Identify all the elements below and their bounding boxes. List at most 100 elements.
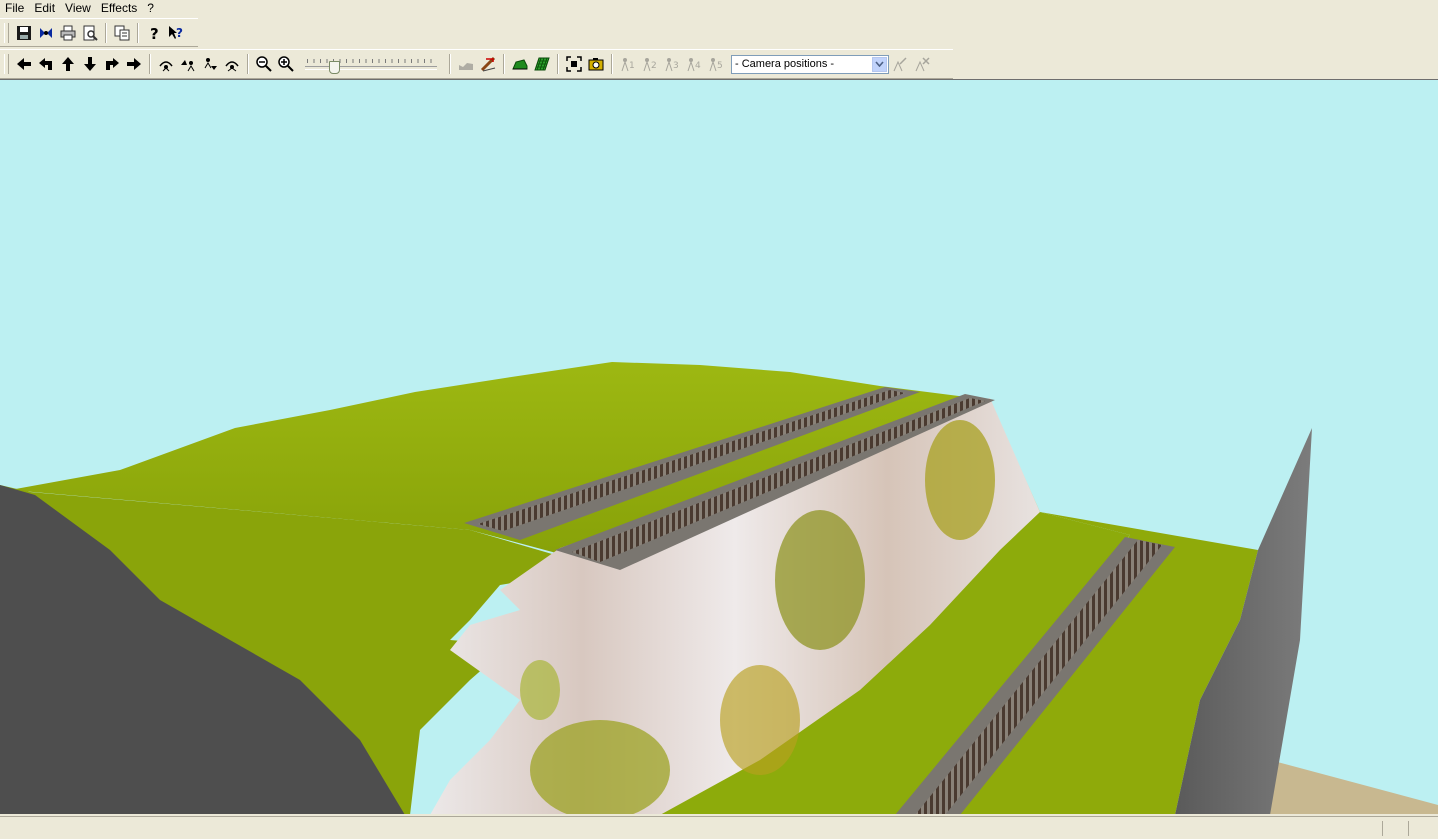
fit-view-icon	[566, 56, 582, 72]
copy-button[interactable]	[111, 22, 133, 44]
move-down-button[interactable]	[79, 53, 101, 75]
zoom-out-icon	[256, 56, 272, 72]
toolbar-separator	[611, 54, 613, 74]
turn-right-icon	[106, 58, 119, 70]
scene-canvas[interactable]	[0, 80, 1438, 814]
grid-button[interactable]	[531, 53, 553, 75]
landscape-button[interactable]	[509, 53, 531, 75]
menu-view[interactable]: View	[60, 1, 96, 15]
toolbar-separator	[105, 22, 107, 43]
terrain-profile-icon	[459, 63, 473, 70]
camera-slot-number: 4	[695, 61, 701, 71]
copy-icon	[114, 25, 130, 40]
toolbar-separator	[247, 54, 249, 74]
track-tool-button[interactable]	[477, 53, 499, 75]
rotate-view-button[interactable]	[155, 53, 177, 75]
svg-text:?: ?	[176, 26, 183, 40]
camera-slot-icon: 3	[665, 58, 679, 72]
camera-slot-icon: 5	[709, 58, 723, 72]
help-button[interactable]: ?	[143, 22, 165, 44]
context-help-button[interactable]: ?	[165, 22, 187, 44]
arrow-right-icon	[127, 58, 141, 70]
terrain-profile-button[interactable]	[455, 53, 477, 75]
print-button[interactable]	[57, 22, 79, 44]
menu-bar: File Edit View Effects ?	[0, 0, 1438, 16]
camera-positions-value: - Camera positions -	[735, 58, 835, 70]
camera-positions-select[interactable]: - Camera positions -	[731, 54, 889, 74]
toolbar-separator	[449, 54, 451, 74]
tilt-up-button[interactable]	[177, 53, 199, 75]
camera-slot-4-button[interactable]: 4	[683, 53, 705, 75]
tilt-down-button[interactable]	[199, 53, 221, 75]
move-up-button[interactable]	[57, 53, 79, 75]
camera-slot-icon: 4	[687, 58, 701, 72]
camera-slot-3-button[interactable]: 3	[661, 53, 683, 75]
zoom-in-icon	[278, 56, 294, 72]
slider-track	[305, 66, 437, 70]
status-pane-divider	[1382, 821, 1383, 836]
toolbar-separator	[149, 54, 151, 74]
print-icon	[60, 25, 76, 40]
moss-patch	[520, 660, 560, 720]
turn-right-button[interactable]	[101, 53, 123, 75]
camera-slot-5-button[interactable]: 5	[705, 53, 727, 75]
toolbar-separator	[503, 54, 505, 74]
zoom-slider[interactable]	[305, 53, 437, 75]
tilt-down-icon	[204, 58, 217, 70]
open-layout-button[interactable]	[35, 22, 57, 44]
view-toolbar: 1 2 3 4 5 - Camera positions -	[0, 49, 953, 79]
moss-patch	[775, 510, 865, 650]
rotate-view-icon	[159, 61, 173, 72]
turn-left-button[interactable]	[35, 53, 57, 75]
move-left-button[interactable]	[13, 53, 35, 75]
add-camera-icon	[893, 57, 907, 72]
camera-slot-icon: 2	[643, 58, 657, 72]
landscape-icon	[512, 59, 528, 70]
save-button[interactable]	[13, 22, 35, 44]
tilt-up-icon	[181, 60, 195, 72]
camera-slot-icon: 1	[621, 58, 635, 72]
fit-view-button[interactable]	[563, 53, 585, 75]
toolbar-grip[interactable]	[4, 22, 9, 43]
rotate-around-icon	[225, 61, 239, 72]
zoom-in-button[interactable]	[275, 53, 297, 75]
menu-help[interactable]: ?	[142, 1, 159, 15]
toolbar-grip[interactable]	[4, 54, 9, 74]
move-right-button[interactable]	[123, 53, 145, 75]
3d-viewport[interactable]	[0, 79, 1438, 814]
main-toolbar: ? ?	[0, 18, 198, 47]
grid-icon	[534, 57, 550, 71]
camera-slot-1-button[interactable]: 1	[617, 53, 639, 75]
turn-left-icon	[39, 58, 52, 70]
camera-slot-number: 1	[629, 61, 635, 71]
menu-edit[interactable]: Edit	[29, 1, 60, 15]
status-bar	[0, 816, 1438, 839]
moss-patch	[720, 665, 800, 775]
camera-slot-number: 2	[651, 61, 657, 71]
arrow-up-icon	[62, 57, 74, 71]
slider-thumb[interactable]	[329, 61, 340, 74]
open-layout-icon	[40, 27, 52, 38]
snapshot-button[interactable]	[585, 53, 607, 75]
zoom-out-button[interactable]	[253, 53, 275, 75]
arrow-down-icon	[84, 57, 96, 71]
camera-slot-number: 5	[717, 61, 723, 71]
delete-camera-button[interactable]	[911, 53, 933, 75]
camera-slot-2-button[interactable]: 2	[639, 53, 661, 75]
save-icon	[17, 25, 31, 40]
add-camera-button[interactable]	[889, 53, 911, 75]
chevron-down-icon[interactable]	[872, 56, 887, 72]
menu-effects[interactable]: Effects	[96, 1, 142, 15]
help-icon: ?	[150, 25, 159, 41]
status-pane-divider	[1408, 821, 1409, 836]
context-help-icon: ?	[169, 25, 183, 40]
menu-file[interactable]: File	[0, 1, 29, 15]
camera-slot-number: 3	[673, 61, 679, 71]
svg-text:?: ?	[150, 25, 159, 41]
camera-snapshot-icon	[588, 58, 604, 71]
rotate-around-button[interactable]	[221, 53, 243, 75]
delete-camera-icon	[915, 57, 930, 72]
print-preview-button[interactable]	[79, 22, 101, 44]
arrow-left-icon	[17, 58, 31, 70]
track-tool-icon	[480, 56, 496, 72]
